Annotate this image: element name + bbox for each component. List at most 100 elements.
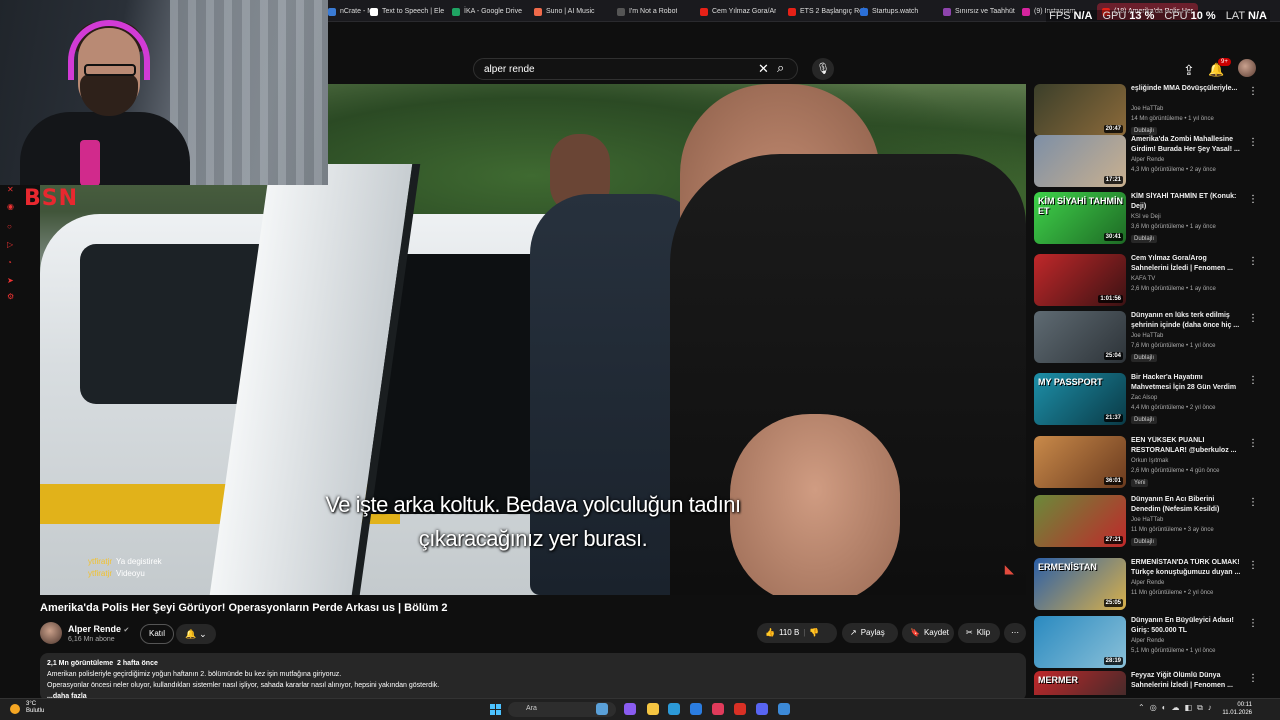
recommendation-item[interactable]: 25:04 Dünyanın en lüks terk edilmiş şehri… [1034,311,1260,366]
more-vert-icon[interactable]: ⋮ [1248,86,1258,97]
more-vert-icon[interactable]: ⋮ [1248,673,1258,684]
windows-start-icon[interactable] [490,704,501,715]
browser-tab[interactable]: İKA - Google Drive [452,3,522,20]
play-icon[interactable]: ▷ [7,240,13,249]
recommendation-channel[interactable]: Alper Rende [1131,580,1164,586]
video-thumbnail[interactable]: MERMER [1034,671,1126,695]
recommendation-item[interactable]: 28:19 Dünyanın En Büyüleyici Adası! Giriş… [1034,616,1260,671]
like-button[interactable]: 👍 110 B | 👎 [757,623,837,643]
recommendation-title[interactable]: Dünyanın en lüks terk edilmiş şehrinin i… [1131,311,1243,331]
recommendation-channel[interactable]: KSI ve Deji [1131,214,1161,220]
settings-icon[interactable]: ⚙ [7,292,14,301]
channel-avatar[interactable] [40,622,62,644]
more-vert-icon[interactable]: ⋮ [1248,137,1258,148]
recommendation-item[interactable]: 1:01:56 Cem Yılmaz Gora/Arog Sahnelerini … [1034,254,1260,309]
recommendation-channel[interactable]: Joe HaTTab [1131,517,1163,523]
more-vert-icon[interactable]: ⋮ [1248,497,1258,508]
recommendation-item[interactable]: 20:47 eşliğinde MMA Dövüşçüleriyle... Joe … [1034,84,1260,139]
clear-search-icon[interactable]: ✕ [758,61,769,77]
browser-tab[interactable]: Suno | AI Music [534,3,595,20]
recommendation-title[interactable]: Dünyanın En Acı Biberini Denedim (Nefesi… [1131,495,1243,515]
recommendation-title[interactable]: eşliğinde MMA Dövüşçüleriyle... [1131,84,1243,94]
recommendation-title[interactable]: Cem Yılmaz Gora/Arog Sahnelerini İzledi … [1131,254,1243,274]
store-icon[interactable] [690,703,702,715]
history-icon[interactable]: ◔ [7,258,12,267]
video-thumbnail[interactable]: KİM SİYAHİ TAHMİN ET 30:41 [1034,192,1126,244]
chrome-icon[interactable] [734,703,746,715]
search-input[interactable] [473,58,798,80]
more-vert-icon[interactable]: ⋮ [1248,256,1258,267]
taskbar-clock[interactable]: 00:11 11.01.2026 [1222,701,1252,717]
recommendation-item[interactable]: ERMENİSTAN 25:05 ERMENİSTAN'DA TÜRK OLMAK!… [1034,558,1260,613]
recommendation-title[interactable]: Dünyanın En Büyüleyici Adası! Giriş: 500… [1131,616,1243,636]
browser-tab[interactable]: Text to Speech | Ele [370,3,444,20]
opera-icon[interactable] [712,703,724,715]
description-box[interactable]: 2,1 Mn görüntüleme 2 hafta önce Amerikan… [40,653,1026,701]
save-button[interactable]: 🔖 Kaydet [902,623,954,643]
video-thumbnail[interactable]: 1:01:56 [1034,254,1126,306]
more-vert-icon[interactable]: ⋮ [1248,618,1258,629]
app-icon-blue[interactable] [778,703,790,715]
discord-icon[interactable]: ◉ [7,202,14,211]
close-icon[interactable]: ✕ [7,185,14,194]
voice-search-mic-icon[interactable]: 🎙 [812,58,834,80]
channel-name[interactable]: Alper Rende ✔ [68,624,129,634]
more-vert-icon[interactable]: ⋮ [1248,375,1258,386]
more-actions-button[interactable]: ⋯ [1004,623,1026,643]
recommendation-channel[interactable]: Alper Rende [1131,157,1164,163]
account-avatar[interactable] [1238,59,1256,77]
recommendation-item[interactable]: KİM SİYAHİ TAHMİN ET 30:41 KİM SİYAHİ TAHM… [1034,192,1260,247]
recommendation-channel[interactable]: Zac Alsop [1131,395,1157,401]
edge-icon[interactable] [668,703,680,715]
browser-tab[interactable]: nCrate - M [328,3,373,20]
copilot-icon[interactable] [624,703,636,715]
recommendation-item[interactable]: 27:21 Dünyanın En Acı Biberini Denedim (N… [1034,495,1260,550]
video-thumbnail[interactable]: 27:21 [1034,495,1126,547]
recommendation-title[interactable]: Amerika'da Zombi Mahallesine Girdim! Bur… [1131,135,1243,155]
more-vert-icon[interactable]: ⋮ [1248,313,1258,324]
browser-tab[interactable]: Sınırsız ve Taahhüt [943,3,1015,20]
browser-tab[interactable]: Startups.watch [860,3,918,20]
circle-icon[interactable]: ○ [7,222,12,231]
app-icon-landscape[interactable] [596,703,608,715]
video-thumbnail[interactable]: 20:47 [1034,84,1126,136]
recommendation-channel[interactable]: Orkun Işıtmak [1131,458,1168,464]
more-vert-icon[interactable]: ⋮ [1248,438,1258,449]
subscription-bell-button[interactable]: 🔔 ⌄ [176,624,216,644]
join-button[interactable]: Katıl [140,624,175,644]
video-thumbnail[interactable]: 25:04 [1034,311,1126,363]
recommendation-title[interactable]: Bir Hacker'a Hayatımı Mahvetmesi İçin 28… [1131,373,1243,393]
recommendation-channel[interactable]: Alper Rende [1131,638,1164,644]
send-icon[interactable]: ➤ [7,276,14,285]
recommendation-title[interactable]: Feyyaz Yiğit Ölümlü Dünya Sahnelerini İz… [1131,671,1243,691]
recommendation-channel[interactable]: KAFA TV [1131,276,1155,282]
file-explorer-icon[interactable] [647,703,659,715]
clip-button[interactable]: ✂ Klip [958,623,1000,643]
share-button[interactable]: ↗ Paylaş [842,623,898,643]
recommendation-channel[interactable]: Joe HaTTab [1131,106,1163,112]
video-thumbnail[interactable]: MY PASSPORT 21:37 [1034,373,1126,425]
video-thumbnail[interactable]: 28:19 [1034,616,1126,668]
recommendation-item[interactable]: 17:21 Amerika'da Zombi Mahallesine Girdim… [1034,135,1260,190]
recommendation-title[interactable]: KİM SİYAHİ TAHMİN ET (Konuk: Deji) [1131,192,1243,212]
weather-widget[interactable]: 3°C Bulutlu [26,701,44,715]
video-thumbnail[interactable]: 17:21 [1034,135,1126,187]
recommendation-title[interactable]: EEN YÜKSEK PUANLI RESTORANLAR! @uberkulo… [1131,436,1243,456]
create-upload-icon[interactable]: ⇪ [1183,62,1195,79]
recommendation-channel[interactable]: Joe HaTTab [1131,333,1163,339]
weather-icon[interactable] [10,704,20,714]
browser-tab[interactable]: Cem Yılmaz Gora/Ar [700,3,776,20]
video-thumbnail[interactable]: 36:01 [1034,436,1126,488]
recommendation-item[interactable]: MERMER Feyyaz Yiğit Ölümlü Dünya Sahneler… [1034,671,1260,695]
browser-tab[interactable]: I'm Not a Robot [617,3,677,20]
more-vert-icon[interactable]: ⋮ [1248,194,1258,205]
recommendation-item[interactable]: 36:01 EEN YÜKSEK PUANLI RESTORANLAR! @ube… [1034,436,1260,491]
discord-taskbar-icon[interactable] [756,703,768,715]
recommendation-item[interactable]: MY PASSPORT 21:37 Bir Hacker'a Hayatımı Ma… [1034,373,1260,428]
player-overlay-icon[interactable]: ◣ [1005,562,1014,576]
video-thumbnail[interactable]: ERMENİSTAN 25:05 [1034,558,1126,610]
search-icon[interactable]: ⌕ [777,60,784,76]
system-tray-icons[interactable]: ⌃◎◐☁◧⧉♪ [1138,703,1217,713]
browser-tab[interactable]: ETS 2 Başlangıç Reh [788,3,867,20]
more-vert-icon[interactable]: ⋮ [1248,560,1258,571]
